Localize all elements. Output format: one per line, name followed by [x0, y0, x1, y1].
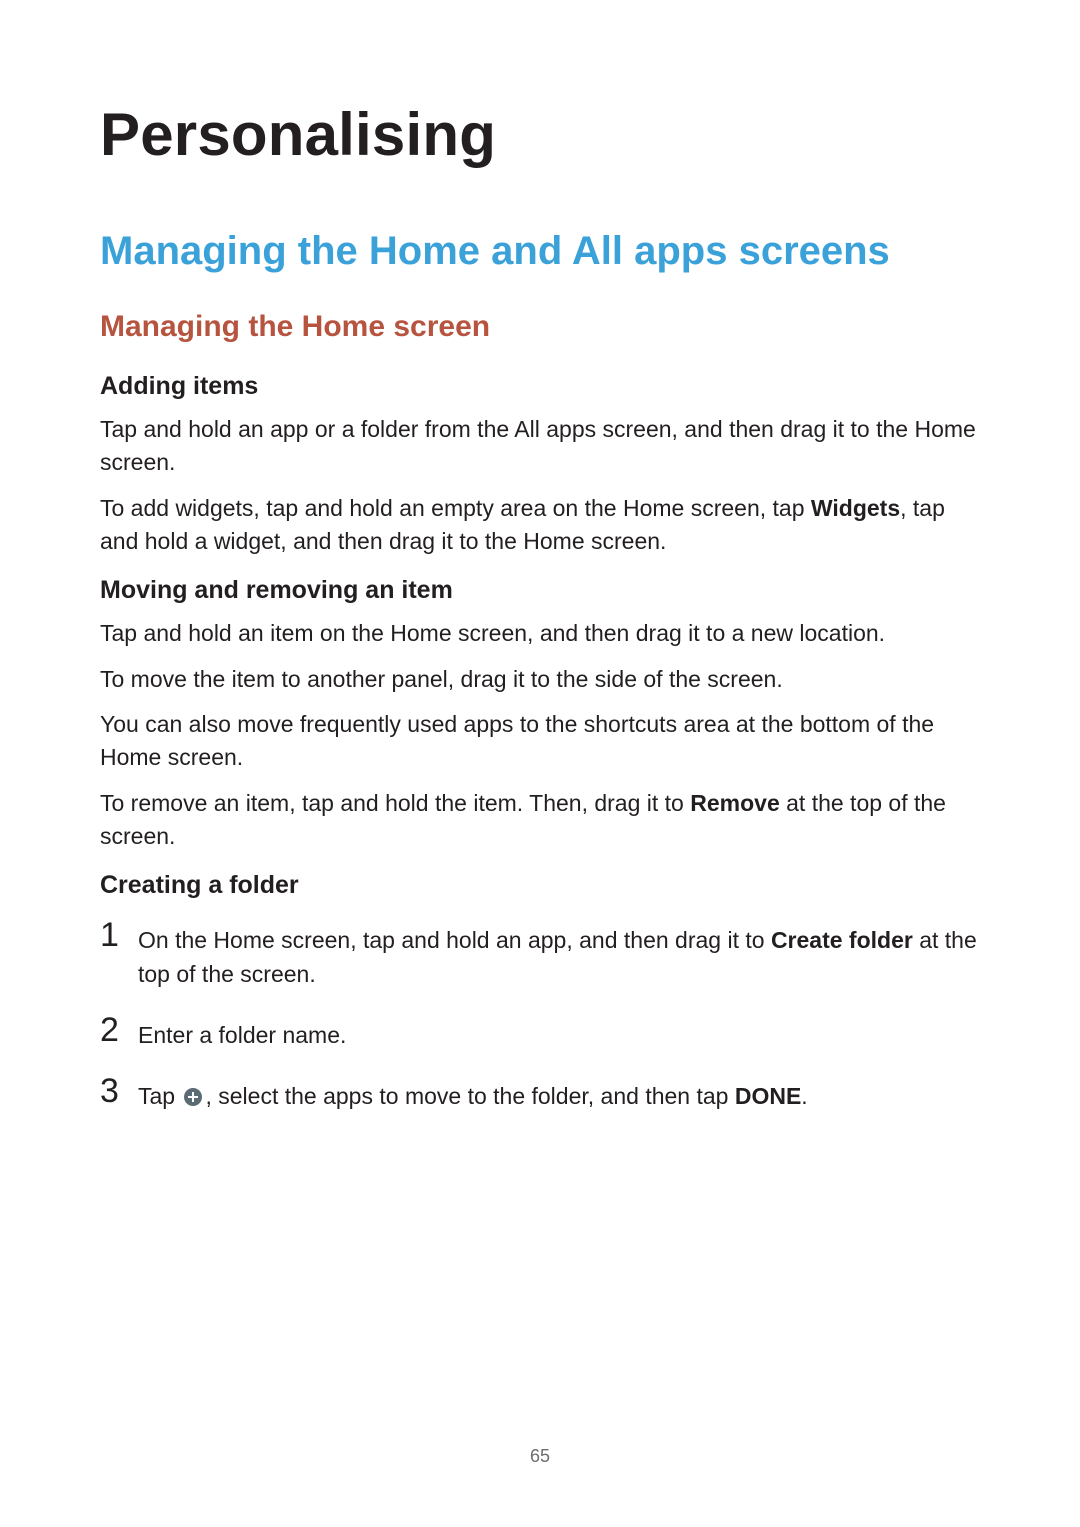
step-text: On the Home screen, tap and hold an app,… [138, 918, 980, 991]
text-fragment: . [801, 1083, 807, 1109]
step-number: 1 [100, 918, 138, 952]
text-fragment: To remove an item, tap and hold the item… [100, 790, 690, 816]
step-item: 2 Enter a folder name. [100, 1013, 980, 1052]
topic-heading-adding-items: Adding items [100, 372, 980, 401]
document-page: Personalising Managing the Home and All … [0, 0, 1080, 1527]
ordered-steps: 1 On the Home screen, tap and hold an ap… [100, 918, 980, 1113]
body-text: To move the item to another panel, drag … [100, 663, 980, 696]
section-heading: Managing the Home and All apps screens [100, 229, 980, 274]
text-fragment: Tap [138, 1083, 181, 1109]
body-text: Tap and hold an app or a folder from the… [100, 413, 980, 480]
step-text: Tap , select the apps to move to the fol… [138, 1074, 808, 1113]
subsection-heading: Managing the Home screen [100, 310, 980, 344]
step-number: 3 [100, 1074, 138, 1108]
icon-plus-h [188, 1096, 198, 1098]
bold-term-remove: Remove [690, 790, 779, 816]
body-text: Tap and hold an item on the Home screen,… [100, 617, 980, 650]
step-number: 2 [100, 1013, 138, 1047]
page-title: Personalising [100, 100, 980, 169]
step-item: 3 Tap , select the apps to move to the f… [100, 1074, 980, 1113]
text-fragment: On the Home screen, tap and hold an app,… [138, 927, 771, 953]
topic-heading-moving-removing: Moving and removing an item [100, 576, 980, 605]
step-item: 1 On the Home screen, tap and hold an ap… [100, 918, 980, 991]
page-number: 65 [0, 1446, 1080, 1467]
bold-term-done: DONE [735, 1083, 801, 1109]
body-text: To remove an item, tap and hold the item… [100, 787, 980, 854]
body-text: To add widgets, tap and hold an empty ar… [100, 492, 980, 559]
bold-term-widgets: Widgets [811, 495, 900, 521]
topic-heading-creating-folder: Creating a folder [100, 871, 980, 900]
body-text: You can also move frequently used apps t… [100, 708, 980, 775]
text-fragment: , select the apps to move to the folder,… [205, 1083, 734, 1109]
bold-term-create-folder: Create folder [771, 927, 913, 953]
plus-circle-icon [183, 1087, 203, 1107]
text-fragment: To add widgets, tap and hold an empty ar… [100, 495, 811, 521]
step-text: Enter a folder name. [138, 1013, 346, 1052]
